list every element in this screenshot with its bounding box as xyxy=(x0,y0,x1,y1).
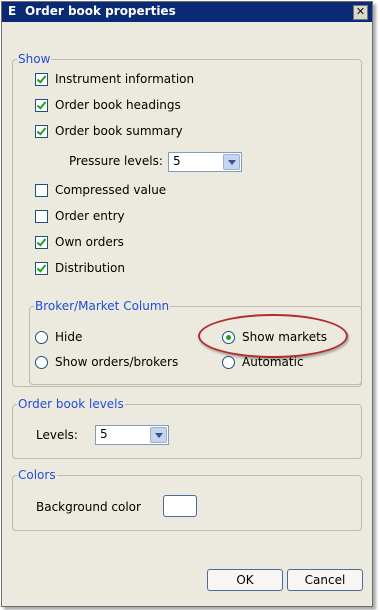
order-book-properties-dialog: E Order book properties ✕ Show Instrumen… xyxy=(1,1,373,607)
radio-icon[interactable] xyxy=(35,355,48,369)
order-book-summary-checkbox[interactable]: Order book summary xyxy=(35,122,183,140)
checkbox-icon[interactable] xyxy=(35,98,48,112)
dialog-title: Order book properties xyxy=(25,4,176,18)
checkbox-icon[interactable] xyxy=(35,261,48,275)
chevron-down-icon[interactable] xyxy=(150,427,167,443)
show-orders-brokers-radio[interactable]: Show orders/brokers xyxy=(35,353,178,371)
close-icon: ✕ xyxy=(355,5,366,18)
checkbox-icon[interactable] xyxy=(35,72,48,86)
background-color-label: Background color xyxy=(36,500,141,514)
broker-market-legend: Broker/Market Column xyxy=(35,299,170,313)
close-button[interactable]: ✕ xyxy=(353,5,368,20)
compressed-value-checkbox[interactable]: Compressed value xyxy=(35,181,166,199)
checkbox-label: Compressed value xyxy=(55,183,167,197)
distribution-checkbox[interactable]: Distribution xyxy=(35,259,125,277)
radio-icon[interactable] xyxy=(35,330,48,344)
pressure-levels-label: Pressure levels: xyxy=(69,154,163,168)
pressure-levels-value: 5 xyxy=(173,154,181,168)
checkbox-icon[interactable] xyxy=(35,124,48,138)
radio-label: Show orders/brokers xyxy=(55,355,179,369)
checkbox-label: Order entry xyxy=(55,209,125,223)
radio-icon[interactable] xyxy=(222,355,235,369)
colors-legend: Colors xyxy=(18,468,56,482)
levels-select[interactable]: 5 xyxy=(95,425,169,445)
order-book-headings-checkbox[interactable]: Order book headings xyxy=(35,96,181,114)
checkbox-label: Instrument information xyxy=(55,72,195,86)
checkbox-icon[interactable] xyxy=(35,235,48,249)
chevron-down-icon[interactable] xyxy=(223,154,240,170)
show-legend: Show xyxy=(18,52,51,66)
levels-label: Levels: xyxy=(36,428,78,442)
title-bar[interactable]: E Order book properties ✕ xyxy=(2,2,372,22)
order-book-levels-legend: Order book levels xyxy=(18,397,124,411)
app-icon: E xyxy=(8,4,17,18)
checkbox-label: Own orders xyxy=(55,235,124,249)
highlight-ellipse xyxy=(198,314,348,358)
checkbox-label: Distribution xyxy=(55,261,126,275)
checkbox-label: Order book summary xyxy=(55,124,183,138)
ok-button[interactable]: OK xyxy=(207,569,283,591)
own-orders-checkbox[interactable]: Own orders xyxy=(35,233,124,251)
checkbox-label: Order book headings xyxy=(55,98,181,112)
cancel-button[interactable]: Cancel xyxy=(287,569,363,591)
instrument-information-checkbox[interactable]: Instrument information xyxy=(35,70,194,88)
radio-label: Hide xyxy=(55,330,83,344)
order-entry-checkbox[interactable]: Order entry xyxy=(35,207,125,225)
background-color-swatch[interactable] xyxy=(163,495,197,517)
levels-value: 5 xyxy=(100,427,108,441)
pressure-levels-select[interactable]: 5 xyxy=(168,152,242,172)
hide-radio[interactable]: Hide xyxy=(35,328,82,346)
checkbox-icon[interactable] xyxy=(35,183,48,197)
checkbox-icon[interactable] xyxy=(35,209,48,223)
